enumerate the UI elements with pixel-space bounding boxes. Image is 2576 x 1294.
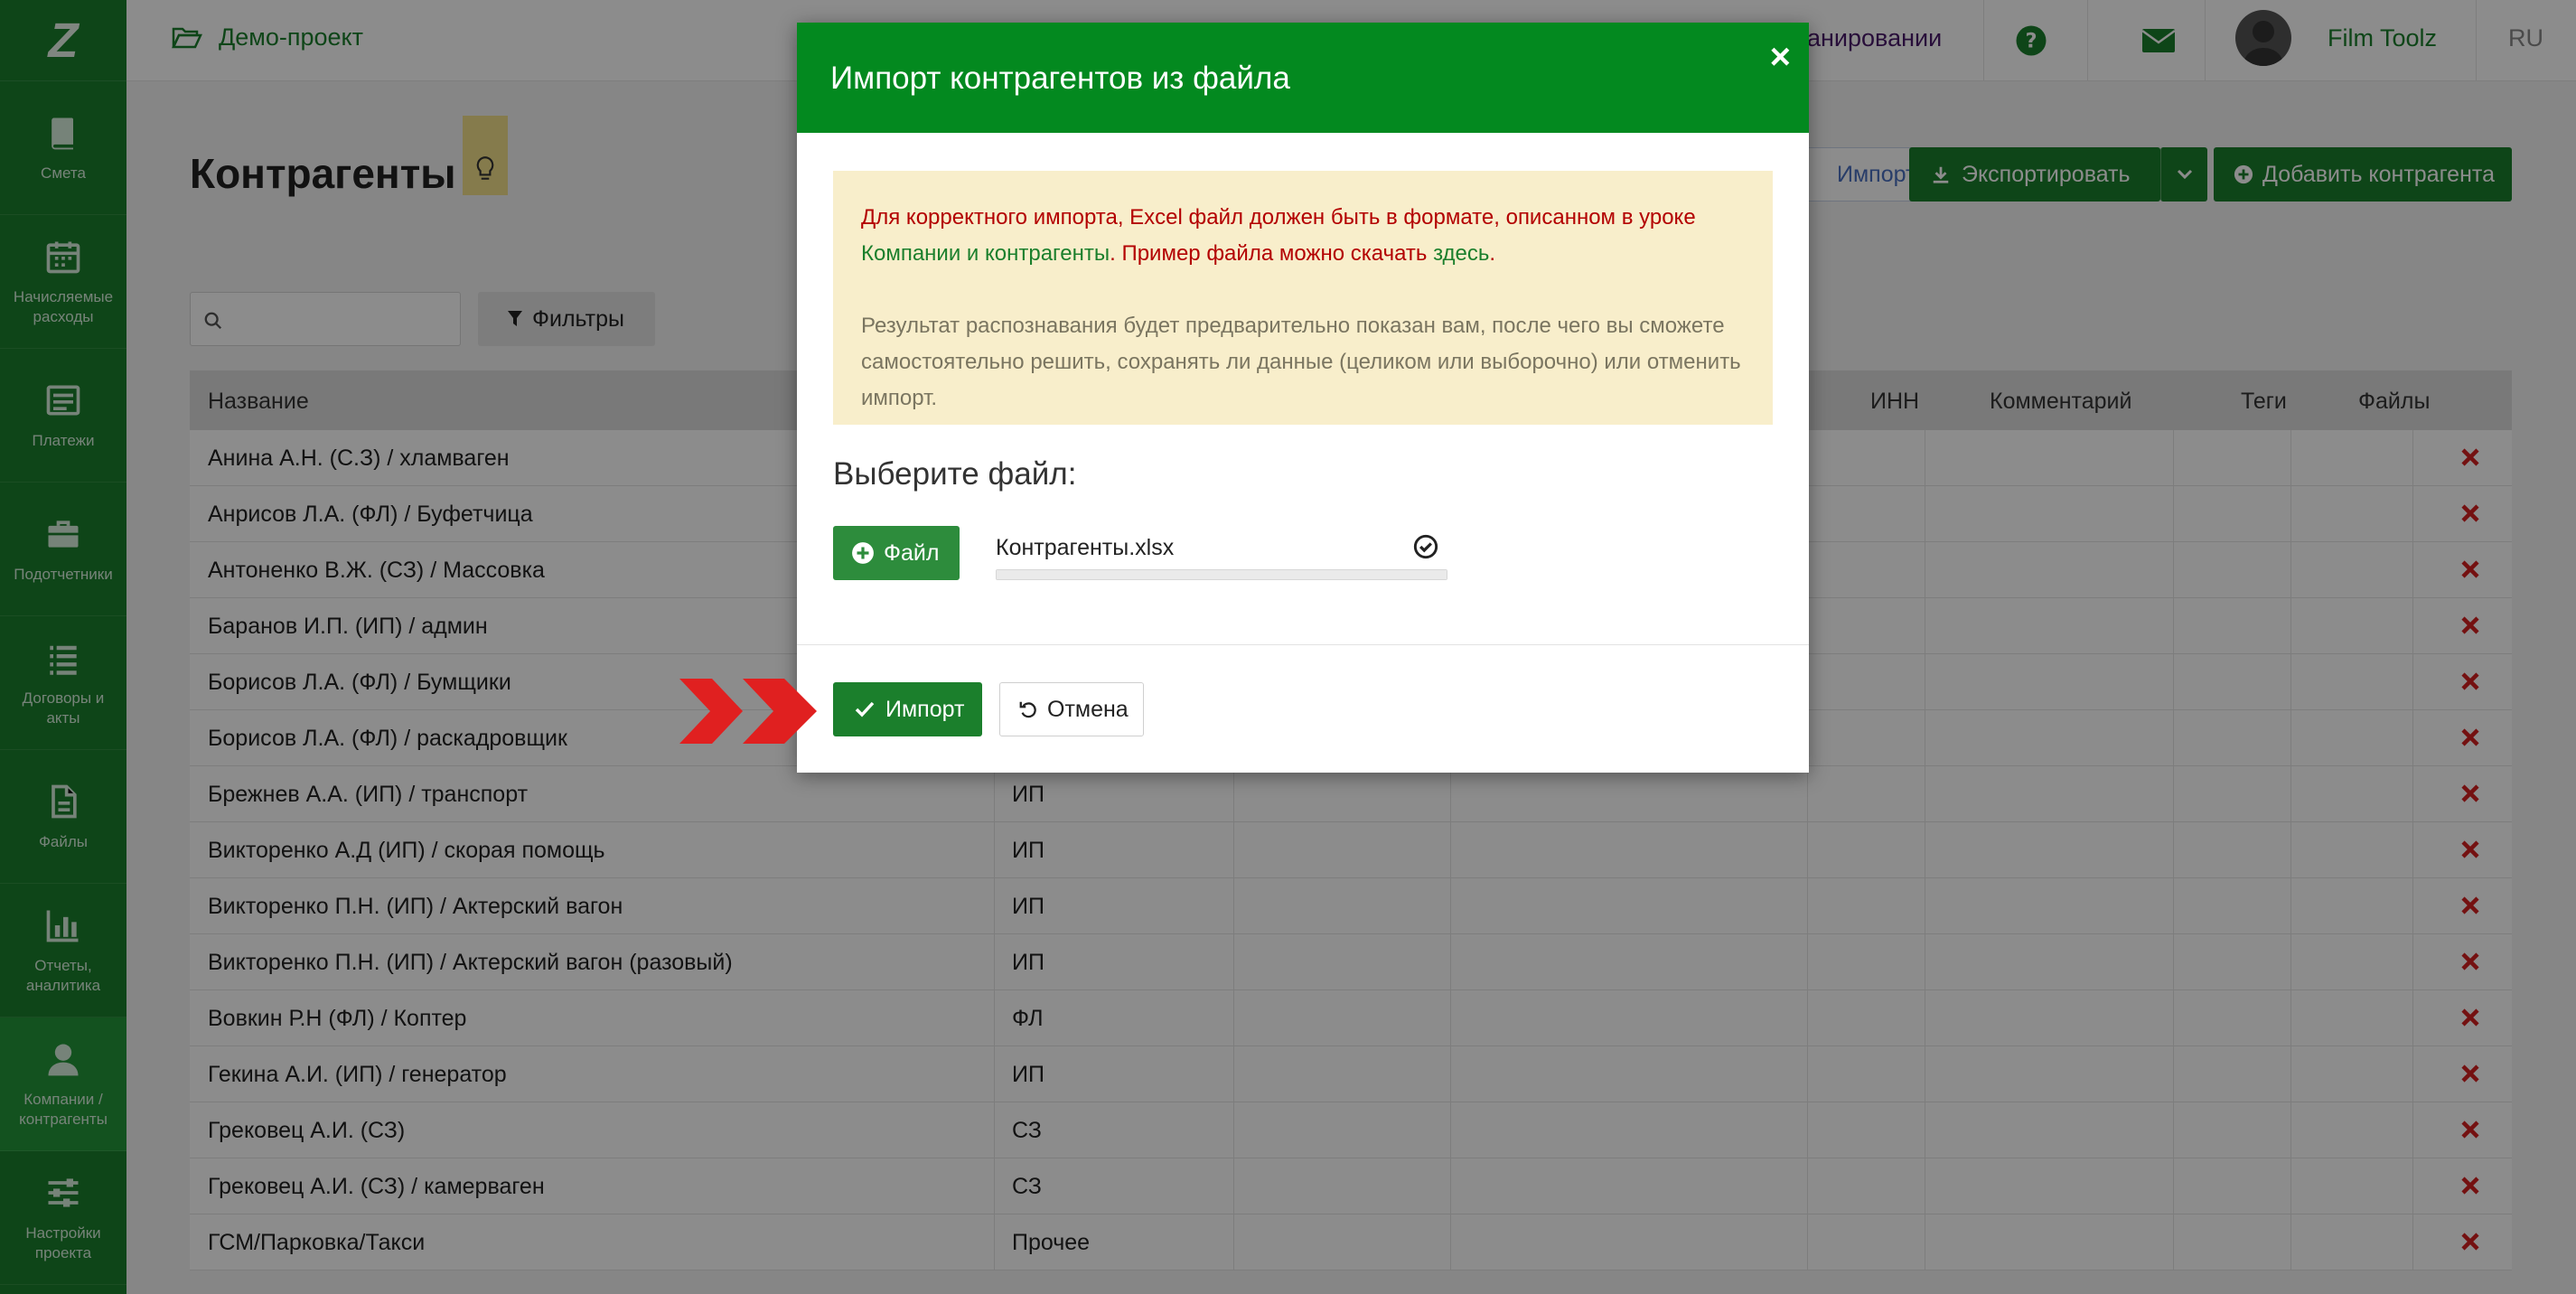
notice-text-part: . [1489, 241, 1496, 266]
check-circle-icon [1413, 534, 1438, 559]
check-icon [855, 701, 875, 717]
cancel-button[interactable]: Отмена [999, 682, 1144, 736]
plus-circle-icon [852, 542, 874, 564]
modal-header: Импорт контрагентов из файла × [797, 23, 1809, 133]
close-icon[interactable]: × [1770, 39, 1791, 75]
choose-file-button[interactable]: Файл [833, 526, 960, 580]
undo-icon [1019, 701, 1036, 718]
choose-file-button-label: Файл [884, 539, 940, 566]
lesson-link[interactable]: Компании и контрагенты [861, 241, 1110, 266]
import-submit-button[interactable]: Импорт [833, 682, 982, 736]
notice-result-text: Результат распознавания будет предварите… [861, 314, 1741, 410]
selected-file-name: Контрагенты.xlsx [996, 535, 1175, 560]
cancel-button-label: Отмена [1047, 696, 1129, 722]
notice-format-text: Для корректного импорта, Excel файл долж… [861, 200, 1756, 272]
upload-progress-fill [997, 570, 1447, 579]
modal-title: Импорт контрагентов из файла [830, 61, 1290, 96]
modal-divider [797, 644, 1809, 645]
notice-text-part: Для корректного импорта, Excel файл долж… [861, 205, 1696, 230]
import-modal: Импорт контрагентов из файла × Для корре… [797, 23, 1809, 773]
notice-text-part: . Пример файла можно скачать [1110, 241, 1434, 266]
sample-file-link[interactable]: здесь [1433, 241, 1489, 266]
import-submit-label: Импорт [885, 696, 965, 722]
choose-file-label: Выберите файл: [833, 456, 1077, 492]
pointer-arrows-icon [679, 679, 817, 744]
import-notice: Для корректного импорта, Excel файл долж… [833, 171, 1773, 425]
upload-progress-bar [996, 569, 1447, 580]
